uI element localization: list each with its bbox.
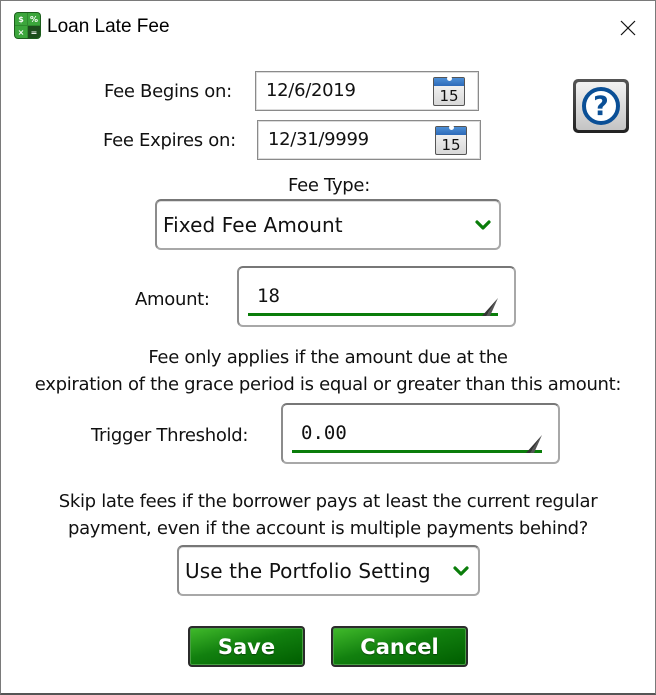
skip-question-line-1: Skip late fees if the borrower pays at l… (58, 491, 598, 512)
resize-grip-icon (482, 298, 498, 316)
help-button[interactable]: ? (573, 79, 629, 133)
fee-begins-label: Fee Begins on: (104, 81, 232, 102)
calculator-icon: $ % × = (15, 13, 40, 38)
help-icon: ? (582, 87, 620, 125)
skip-late-fees-selected: Use the Portfolio Setting (185, 559, 431, 583)
close-button[interactable] (613, 13, 643, 43)
trigger-threshold-value: 0.00 (301, 422, 347, 444)
close-icon (620, 20, 636, 36)
cancel-button-label: Cancel (333, 628, 466, 665)
window-title: Loan Late Fee (47, 16, 170, 37)
amount-underline (248, 313, 498, 316)
trigger-threshold-label: Trigger Threshold: (91, 425, 249, 446)
equals-glyph: = (28, 26, 40, 38)
skip-late-fees-dropdown[interactable]: Use the Portfolio Setting (177, 545, 480, 596)
fee-begins-date-field[interactable]: 12/6/2019 15 (255, 71, 479, 111)
chevron-down-icon (475, 220, 491, 230)
save-button-label: Save (190, 628, 303, 665)
skip-question-line-2: payment, even if the account is multiple… (67, 518, 589, 539)
calendar-icon[interactable]: 15 (433, 76, 465, 106)
fee-begins-value: 12/6/2019 (266, 80, 356, 101)
amount-label: Amount: (135, 289, 210, 310)
chevron-down-icon (453, 566, 469, 576)
fee-type-dropdown[interactable]: Fixed Fee Amount (155, 199, 501, 250)
multiply-glyph: × (15, 26, 27, 38)
percent-glyph: % (28, 13, 40, 25)
fee-type-selected: Fixed Fee Amount (163, 213, 343, 237)
resize-grip-icon (526, 435, 542, 453)
loan-late-fee-dialog: $ % × = Loan Late Fee Fee Begins on: 12/… (0, 0, 656, 695)
fee-expires-value: 12/31/9999 (268, 129, 369, 150)
fee-type-label: Fee Type: (288, 175, 370, 196)
trigger-threshold-input[interactable]: 0.00 (281, 403, 560, 464)
save-button[interactable]: Save (188, 626, 305, 667)
fee-expires-label: Fee Expires on: (103, 130, 236, 151)
calendar-day: 15 (441, 136, 461, 154)
dollar-glyph: $ (15, 13, 27, 25)
calendar-icon[interactable]: 15 (435, 125, 467, 155)
amount-value: 18 (257, 285, 280, 307)
cancel-button[interactable]: Cancel (331, 626, 468, 667)
fee-expires-date-field[interactable]: 12/31/9999 15 (257, 120, 481, 160)
title-bar: $ % × = Loan Late Fee (1, 1, 655, 55)
threshold-note-line-1: Fee only applies if the amount due at th… (148, 347, 508, 368)
threshold-note-line-2: expiration of the grace period is equal … (34, 374, 622, 395)
trigger-threshold-underline (292, 450, 542, 453)
amount-input[interactable]: 18 (237, 266, 516, 327)
calendar-day: 15 (439, 87, 459, 105)
